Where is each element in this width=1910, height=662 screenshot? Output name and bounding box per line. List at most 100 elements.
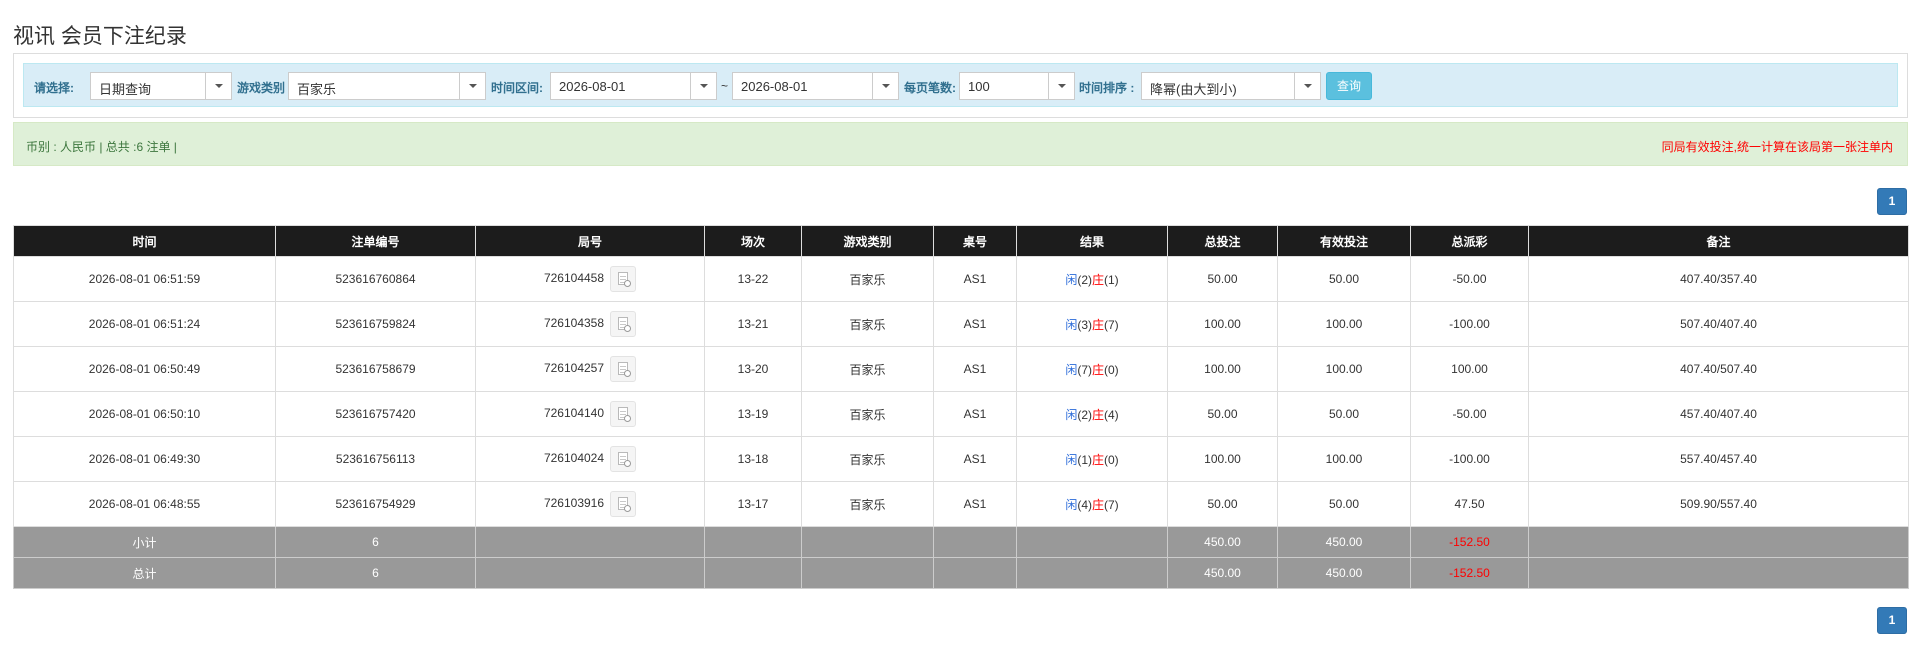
grandtotal-payout: -152.50 bbox=[1410, 557, 1529, 589]
cell-valid-bet: 100.00 bbox=[1277, 301, 1411, 347]
cell-payout: 100.00 bbox=[1410, 346, 1529, 392]
replay-record-icon[interactable] bbox=[610, 311, 637, 337]
result-banker-label: 庄 bbox=[1092, 362, 1105, 377]
cell-shoe: 13-17 bbox=[704, 481, 802, 527]
replay-record-icon[interactable] bbox=[610, 446, 637, 472]
replay-record-icon[interactable] bbox=[610, 401, 637, 427]
cell-game: 百家乐 bbox=[801, 346, 934, 392]
cell-valid-bet: 50.00 bbox=[1277, 481, 1411, 527]
cell-result: 闲(2)庄(4) bbox=[1016, 391, 1168, 437]
currency-summary: 币别 : 人民币 | 总共 :6 注单 | bbox=[26, 140, 177, 154]
col-header-shoe: 场次 bbox=[704, 225, 802, 257]
caret-down-icon[interactable] bbox=[459, 73, 485, 99]
cell-note: 507.40/407.40 bbox=[1528, 301, 1909, 347]
date-from-value: 2026-08-01 bbox=[559, 79, 626, 94]
col-header-table: 桌号 bbox=[933, 225, 1017, 257]
filter-bar: 请选择: 日期查询 游戏类别 百家乐 时间区间: 2026-08-01 ~ 20… bbox=[23, 63, 1898, 107]
cell-payout: 47.50 bbox=[1410, 481, 1529, 527]
game-type-value: 百家乐 bbox=[297, 82, 337, 97]
caret-down-icon[interactable] bbox=[205, 73, 231, 99]
caret-down-icon[interactable] bbox=[1048, 73, 1074, 99]
subtotal-row: 小计 6 450.00 450.00 -152.50 bbox=[13, 526, 1909, 558]
cell-payout: -50.00 bbox=[1410, 391, 1529, 437]
result-banker-label: 庄 bbox=[1092, 497, 1105, 512]
table-row: 2026-08-01 06:50:10 523616757420 726104140… bbox=[13, 391, 1909, 437]
caret-down-icon[interactable] bbox=[872, 73, 898, 99]
caret-down-icon[interactable] bbox=[690, 73, 716, 99]
replay-record-icon[interactable] bbox=[610, 356, 637, 382]
filter-panel: 请选择: 日期查询 游戏类别 百家乐 时间区间: 2026-08-01 ~ 20… bbox=[13, 53, 1908, 118]
cell-time: 2026-08-01 06:50:10 bbox=[13, 391, 276, 437]
page-title: 视讯 会员下注纪录 bbox=[13, 25, 187, 48]
game-type-select[interactable]: 百家乐 bbox=[288, 72, 486, 100]
page-size-value: 100 bbox=[968, 79, 990, 94]
date-to-field[interactable]: 2026-08-01 bbox=[732, 72, 899, 100]
grandtotal-count: 6 bbox=[275, 557, 476, 589]
col-header-total-bet: 总投注 bbox=[1167, 225, 1278, 257]
cell-time: 2026-08-01 06:49:30 bbox=[13, 436, 276, 482]
cell-table: AS1 bbox=[933, 346, 1017, 392]
cell-table: AS1 bbox=[933, 256, 1017, 302]
page-size-select[interactable]: 100 bbox=[959, 72, 1075, 100]
subtotal-count: 6 bbox=[275, 526, 476, 558]
query-button[interactable]: 查询 bbox=[1326, 72, 1373, 100]
table-row: 2026-08-01 06:49:30 523616756113 726104024… bbox=[13, 436, 1909, 482]
cell-table: AS1 bbox=[933, 436, 1017, 482]
subtotal-payout: -152.50 bbox=[1410, 526, 1529, 558]
col-header-payout: 总派彩 bbox=[1410, 225, 1529, 257]
cell-game: 百家乐 bbox=[801, 481, 934, 527]
cell-bet-id: 523616760864 bbox=[275, 256, 476, 302]
cell-round: 726104257 bbox=[475, 346, 705, 392]
cell-result: 闲(4)庄(7) bbox=[1016, 481, 1168, 527]
result-player-score: (4) bbox=[1077, 497, 1092, 512]
result-player-score: (2) bbox=[1077, 272, 1092, 287]
replay-record-icon[interactable] bbox=[610, 266, 637, 292]
result-player-label: 闲 bbox=[1065, 497, 1078, 512]
result-banker-score: (0) bbox=[1104, 362, 1119, 377]
cell-shoe: 13-22 bbox=[704, 256, 802, 302]
pagination-page-1[interactable]: 1 bbox=[1877, 188, 1907, 215]
subtotal-valid-bet: 450.00 bbox=[1277, 526, 1411, 558]
col-header-game: 游戏类别 bbox=[801, 225, 934, 257]
sort-order-value: 降幂(由大到小) bbox=[1150, 82, 1237, 97]
sort-order-select[interactable]: 降幂(由大到小) bbox=[1141, 72, 1321, 100]
cell-note: 557.40/457.40 bbox=[1528, 436, 1909, 482]
replay-record-icon[interactable] bbox=[610, 491, 637, 517]
pagination-page-1-bottom[interactable]: 1 bbox=[1877, 607, 1907, 634]
col-header-valid-bet: 有效投注 bbox=[1277, 225, 1411, 257]
result-player-score: (3) bbox=[1077, 317, 1092, 332]
result-player-label: 闲 bbox=[1065, 362, 1078, 377]
result-banker-score: (0) bbox=[1104, 452, 1119, 467]
result-banker-label: 庄 bbox=[1092, 272, 1105, 287]
cell-table: AS1 bbox=[933, 481, 1017, 527]
date-separator: ~ bbox=[721, 79, 729, 93]
cell-shoe: 13-18 bbox=[704, 436, 802, 482]
caret-down-icon[interactable] bbox=[1294, 73, 1320, 99]
query-type-select[interactable]: 日期查询 bbox=[90, 72, 232, 100]
sort-label: 时间排序 : bbox=[1079, 81, 1135, 95]
table-row: 2026-08-01 06:51:24 523616759824 726104358… bbox=[13, 301, 1909, 347]
result-banker-score: (7) bbox=[1104, 317, 1119, 332]
cell-note: 509.90/557.40 bbox=[1528, 481, 1909, 527]
time-range-label: 时间区间: bbox=[491, 81, 543, 95]
subtotal-label: 小计 bbox=[13, 526, 276, 558]
cell-result: 闲(3)庄(7) bbox=[1016, 301, 1168, 347]
cell-shoe: 13-19 bbox=[704, 391, 802, 437]
result-player-score: (7) bbox=[1077, 362, 1092, 377]
result-player-label: 闲 bbox=[1065, 272, 1078, 287]
cell-note: 457.40/407.40 bbox=[1528, 391, 1909, 437]
info-bar: 币别 : 人民币 | 总共 :6 注单 | 同局有效投注,统一计算在该局第一张注… bbox=[13, 122, 1908, 166]
cell-table: AS1 bbox=[933, 391, 1017, 437]
date-from-field[interactable]: 2026-08-01 bbox=[550, 72, 717, 100]
result-player-label: 闲 bbox=[1065, 452, 1078, 467]
result-banker-label: 庄 bbox=[1092, 407, 1105, 422]
cell-payout: -50.00 bbox=[1410, 256, 1529, 302]
cell-total-bet: 100.00 bbox=[1167, 346, 1278, 392]
col-header-result: 结果 bbox=[1016, 225, 1168, 257]
round-number: 726104257 bbox=[543, 361, 605, 376]
cell-time: 2026-08-01 06:51:24 bbox=[13, 301, 276, 347]
cell-bet-id: 523616758679 bbox=[275, 346, 476, 392]
bet-notice: 同局有效投注,统一计算在该局第一张注单内 bbox=[1661, 140, 1893, 154]
table-row: 2026-08-01 06:48:55 523616754929 726103916… bbox=[13, 481, 1909, 527]
grandtotal-valid-bet: 450.00 bbox=[1277, 557, 1411, 589]
